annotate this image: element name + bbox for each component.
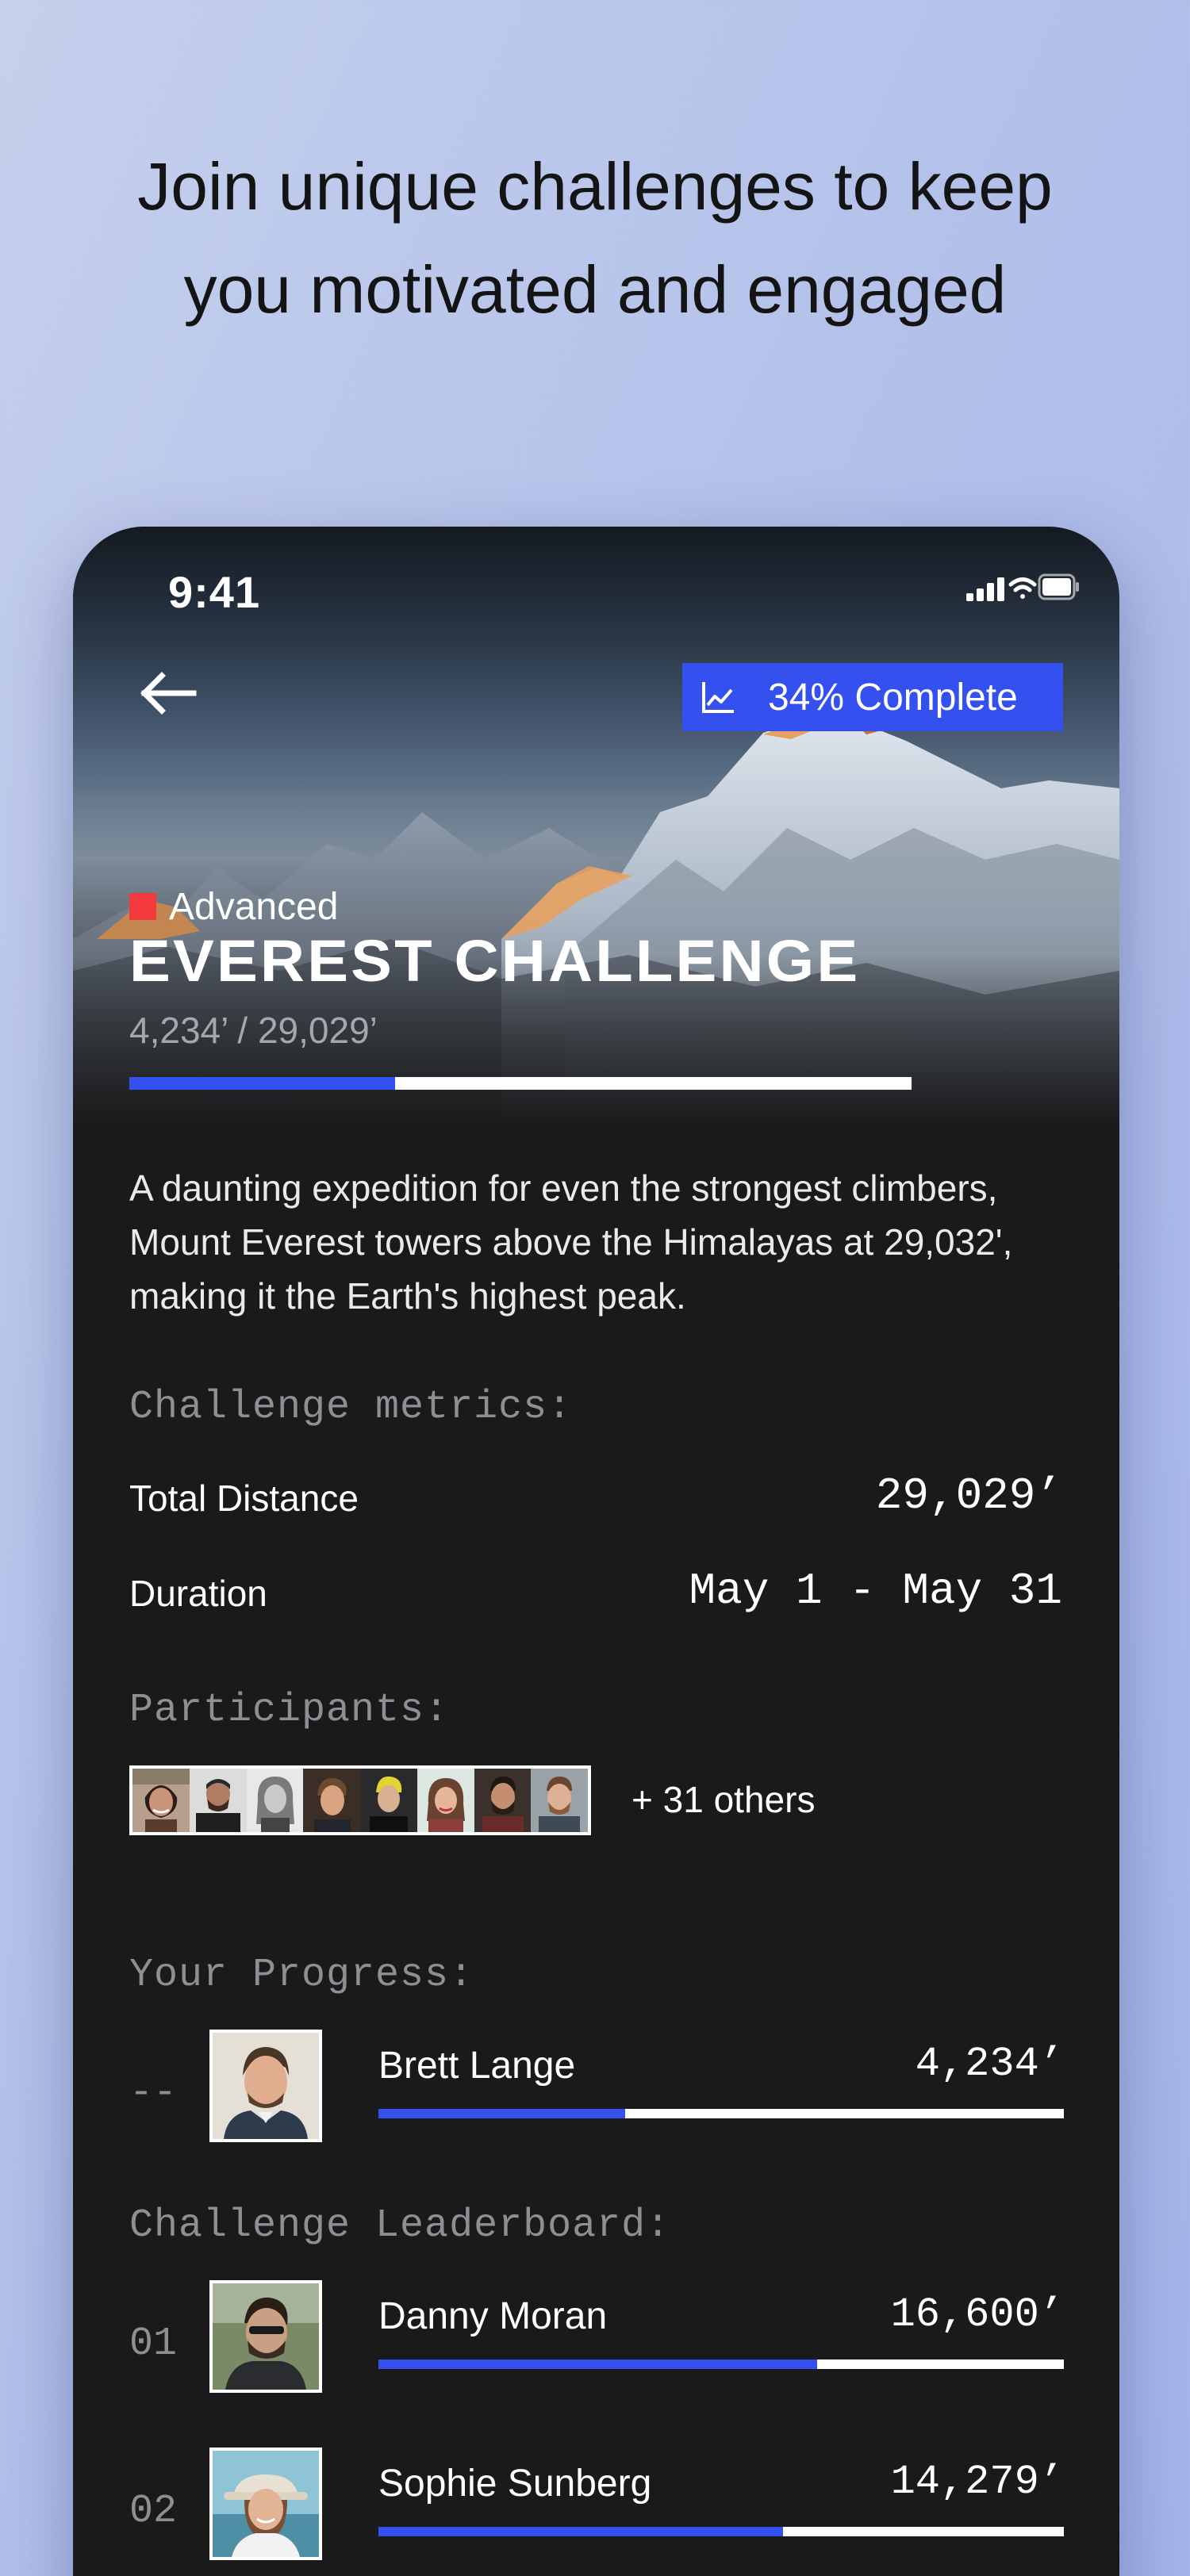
participants-heading: Participants: bbox=[129, 1688, 450, 1733]
participant-avatar bbox=[474, 1769, 532, 1832]
headline-line-2: you motivated and engaged bbox=[183, 252, 1007, 327]
challenge-title: EVEREST CHALLENGE bbox=[129, 928, 861, 994]
user-name: Brett Lange bbox=[378, 2045, 576, 2087]
leaderboard-progress-fill bbox=[378, 2359, 817, 2369]
line-chart-icon bbox=[702, 682, 734, 713]
participant-avatar bbox=[132, 1769, 190, 1832]
leaderboard-avatar bbox=[209, 2280, 322, 2393]
battery-icon bbox=[1038, 573, 1079, 600]
total-distance-label: Total Distance bbox=[129, 1478, 359, 1519]
leaderboard-progress-bar bbox=[378, 2527, 1064, 2536]
your-rank: -- bbox=[129, 2071, 178, 2116]
leaderboard-distance: 14,279’ bbox=[890, 2459, 1064, 2505]
headline-line-1: Join unique challenges to keep bbox=[137, 149, 1053, 224]
participant-avatar bbox=[416, 1769, 474, 1832]
leaderboard-avatar bbox=[209, 2448, 322, 2560]
user-distance: 4,234’ bbox=[915, 2041, 1064, 2087]
user-progress-bar bbox=[378, 2109, 1064, 2118]
leaderboard-row[interactable]: 02 Sophie Sunberg 14,279’ bbox=[73, 2448, 1119, 2566]
difficulty-level: Advanced bbox=[129, 884, 339, 929]
completion-label: 34% Complete bbox=[768, 677, 1018, 719]
challenge-progress-bar bbox=[129, 1077, 912, 1090]
headline: Join unique challenges to keep you motiv… bbox=[0, 135, 1190, 341]
other-participants-count[interactable]: + 31 others bbox=[631, 1778, 815, 1821]
leaderboard-progress-fill bbox=[378, 2527, 783, 2536]
user-avatar bbox=[209, 2030, 322, 2142]
phone-screen: 9:41 34% Complete Advanced EVEREST CHALL… bbox=[73, 527, 1119, 2576]
wifi-icon bbox=[1008, 577, 1037, 599]
duration-value: May 1 - May 31 bbox=[689, 1566, 1062, 1616]
leaderboard-heading: Challenge Leaderboard: bbox=[129, 2203, 671, 2248]
leaderboard-name: Danny Moran bbox=[378, 2295, 608, 2337]
status-time: 9:41 bbox=[168, 567, 261, 617]
arrow-left-icon bbox=[140, 672, 197, 715]
challenge-progress-fill bbox=[129, 1077, 396, 1090]
participant-avatar bbox=[189, 1769, 247, 1832]
user-progress-fill bbox=[378, 2109, 626, 2118]
total-distance-value: 29,029’ bbox=[875, 1470, 1062, 1521]
participant-avatar bbox=[246, 1769, 304, 1832]
challenge-description: A daunting expedition for even the stron… bbox=[129, 1167, 1013, 1317]
your-progress-row[interactable]: -- Brett Lange 4,234’ bbox=[73, 2030, 1119, 2149]
difficulty-marker bbox=[129, 893, 156, 920]
metrics-heading: Challenge metrics: bbox=[129, 1385, 573, 1430]
hero-banner: 9:41 34% Complete Advanced EVEREST CHALL… bbox=[73, 527, 1119, 1129]
leaderboard-row[interactable]: 01 Danny Moran 16,600’ bbox=[73, 2280, 1119, 2399]
cellular-signal-icon bbox=[966, 577, 1004, 601]
completion-badge[interactable]: 34% Complete bbox=[682, 663, 1063, 731]
participant-avatars[interactable] bbox=[129, 1765, 591, 1835]
participant-avatar bbox=[531, 1769, 588, 1832]
duration-label: Duration bbox=[129, 1573, 267, 1614]
leaderboard-name: Sophie Sunberg bbox=[378, 2463, 652, 2505]
leaderboard-progress-bar bbox=[378, 2359, 1064, 2369]
participant-avatar bbox=[303, 1769, 360, 1832]
leaderboard-rank: 02 bbox=[129, 2489, 178, 2534]
leaderboard-rank: 01 bbox=[129, 2321, 178, 2367]
status-icons bbox=[966, 573, 1079, 601]
participant-avatar bbox=[360, 1769, 417, 1832]
difficulty-label: Advanced bbox=[169, 885, 339, 928]
your-progress-heading: Your Progress: bbox=[129, 1953, 474, 1998]
elevation-progress-text: 4,234’ / 29,029’ bbox=[129, 1010, 378, 1051]
leaderboard-distance: 16,600’ bbox=[890, 2291, 1064, 2338]
back-button[interactable] bbox=[129, 661, 208, 725]
